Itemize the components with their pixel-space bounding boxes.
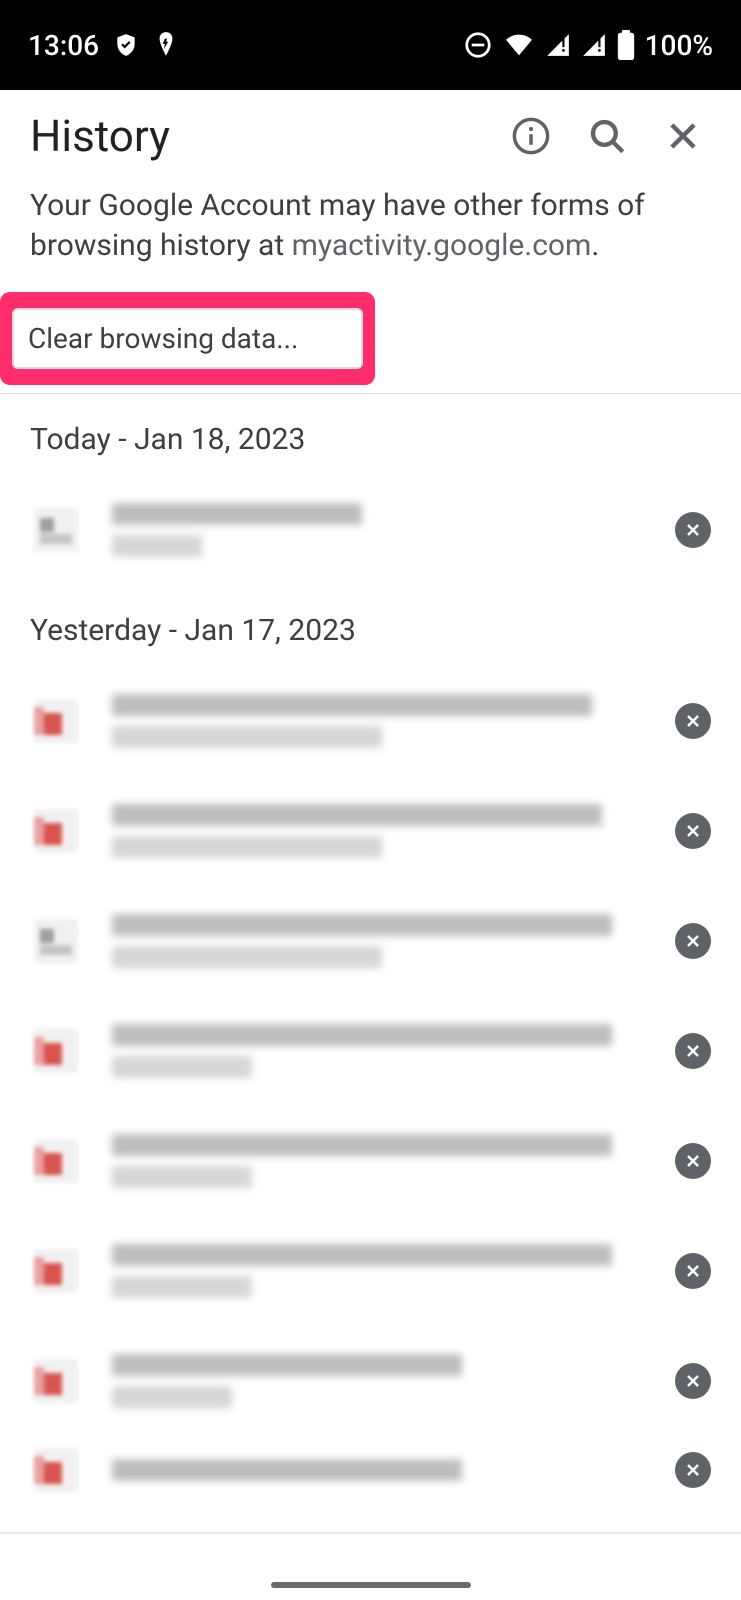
history-entry[interactable] — [0, 1326, 741, 1436]
home-indicator[interactable] — [271, 1582, 471, 1588]
close-button[interactable] — [655, 108, 711, 164]
history-entry[interactable] — [0, 996, 741, 1106]
delete-entry-button[interactable] — [675, 1033, 711, 1069]
favicon-icon — [34, 1139, 78, 1183]
bottom-divider — [0, 1532, 741, 1534]
page-title: History — [30, 110, 483, 162]
entry-text — [112, 1024, 641, 1078]
signal-2-icon — [581, 32, 607, 58]
myactivity-link[interactable]: myactivity.google.com — [292, 228, 592, 263]
entry-text — [112, 1459, 641, 1481]
delete-entry-button[interactable] — [675, 923, 711, 959]
status-time: 13:06 — [28, 29, 99, 62]
info-button[interactable] — [503, 108, 559, 164]
favicon-icon — [34, 809, 78, 853]
wifi-icon — [503, 32, 535, 58]
entry-text — [112, 914, 641, 968]
history-entry[interactable] — [0, 776, 741, 886]
delete-entry-button[interactable] — [675, 1143, 711, 1179]
header: History — [0, 90, 741, 174]
search-button[interactable] — [579, 108, 635, 164]
history-entry[interactable] — [0, 475, 741, 585]
clear-browsing-data-button[interactable]: Clear browsing data... — [12, 308, 363, 369]
history-entry[interactable] — [0, 666, 741, 776]
history-entry[interactable] — [0, 886, 741, 996]
entry-text — [112, 503, 641, 557]
entry-text — [112, 1134, 641, 1188]
status-bar: 13:06 100% — [0, 0, 741, 90]
favicon-icon — [34, 508, 78, 552]
vpn-icon — [153, 30, 179, 60]
battery-icon — [617, 30, 635, 60]
favicon-icon — [34, 1359, 78, 1403]
favicon-icon — [34, 1448, 78, 1492]
clear-data-highlight: Clear browsing data... — [0, 292, 375, 385]
delete-entry-button[interactable] — [675, 1452, 711, 1488]
history-entry[interactable] — [0, 1106, 741, 1216]
delete-entry-button[interactable] — [675, 1253, 711, 1289]
favicon-icon — [34, 1029, 78, 1073]
status-battery: 100% — [645, 29, 713, 62]
favicon-icon — [34, 699, 78, 743]
entry-text — [112, 1244, 641, 1298]
history-entry[interactable] — [0, 1436, 741, 1504]
signal-1-icon — [545, 32, 571, 58]
section-header-today: Today - Jan 18, 2023 — [0, 394, 741, 475]
delete-entry-button[interactable] — [675, 1363, 711, 1399]
entry-text — [112, 1354, 641, 1408]
entry-text — [112, 694, 641, 748]
do-not-disturb-icon — [463, 30, 493, 60]
favicon-icon — [34, 919, 78, 963]
entry-text — [112, 804, 641, 858]
delete-entry-button[interactable] — [675, 512, 711, 548]
shield-check-icon — [113, 32, 139, 58]
delete-entry-button[interactable] — [675, 703, 711, 739]
history-entry[interactable] — [0, 1216, 741, 1326]
favicon-icon — [34, 1249, 78, 1293]
delete-entry-button[interactable] — [675, 813, 711, 849]
account-info-text: Your Google Account may have other forms… — [0, 174, 741, 288]
section-header-yesterday: Yesterday - Jan 17, 2023 — [0, 585, 741, 666]
